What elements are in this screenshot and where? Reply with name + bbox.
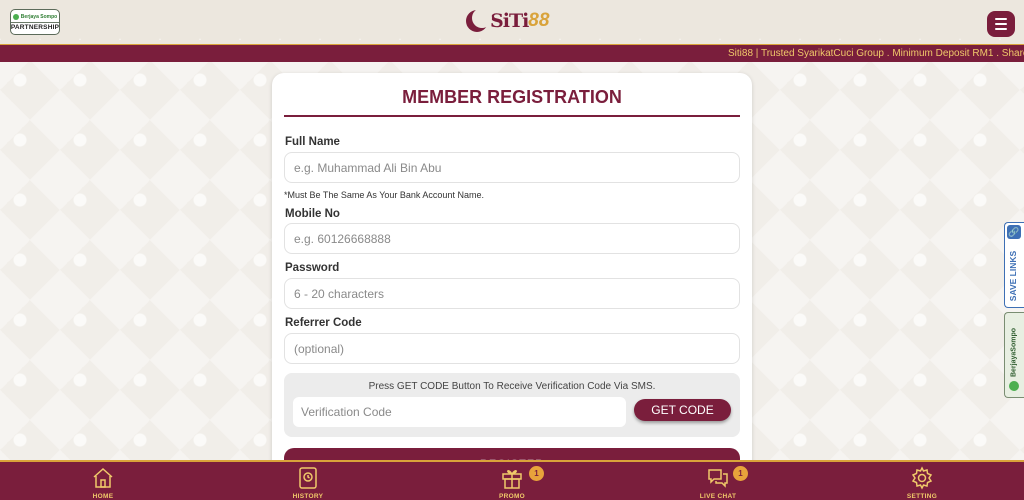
- save-links-label: SAVE LINKS: [1008, 250, 1018, 302]
- home-icon: [93, 467, 113, 488]
- referrer-code-field[interactable]: [284, 333, 740, 364]
- password-field[interactable]: [284, 278, 740, 309]
- verification-code-field[interactable]: [293, 397, 626, 427]
- partner-side-tab[interactable]: BerjayaSompo: [1004, 312, 1024, 398]
- mobile-field[interactable]: [284, 223, 740, 254]
- verification-instruction: Press GET CODE Button To Receive Verific…: [368, 381, 656, 392]
- referrer-label: Referrer Code: [285, 317, 362, 329]
- bottom-navigation: HOME HISTORY 1 PROMO 1 LIVE CHAT SETTING: [0, 460, 1024, 500]
- nav-promo-label: PROMO: [498, 493, 526, 500]
- logo-word: SiTi: [490, 10, 529, 32]
- registration-card: MEMBER REGISTRATION Full Name *Must Be T…: [272, 73, 752, 474]
- partnership-badge[interactable]: Berjaya Sompo PARTNERSHIP: [10, 9, 60, 35]
- partner-brand-logo: Berjaya Sompo: [12, 13, 57, 20]
- partner-logo-icon: [1009, 381, 1019, 391]
- get-code-button[interactable]: GET CODE: [634, 399, 731, 421]
- mobile-label: Mobile No: [285, 208, 340, 220]
- partnership-label: PARTNERSHIP: [10, 21, 60, 31]
- gift-icon: [502, 470, 522, 489]
- nav-live-chat-label: LIVE CHAT: [699, 493, 737, 500]
- gear-icon: [911, 466, 933, 490]
- live-chat-badge: 1: [733, 466, 748, 481]
- full-name-field[interactable]: [284, 152, 740, 183]
- nav-promo[interactable]: 1 PROMO: [477, 462, 547, 500]
- announcement-marquee: Siti88 | Trusted SyarikatCuci Group . Mi…: [0, 44, 1024, 62]
- link-icon: 🔗: [1007, 225, 1021, 239]
- history-icon: [299, 467, 317, 489]
- full-name-label: Full Name: [285, 136, 340, 148]
- top-header: Berjaya Sompo PARTNERSHIP SiTi 88: [0, 0, 1024, 44]
- nav-setting-label: SETTING: [906, 493, 938, 500]
- site-logo[interactable]: SiTi 88: [466, 6, 549, 36]
- chat-icon: [708, 469, 728, 488]
- verification-section: Press GET CODE Button To Receive Verific…: [284, 373, 740, 437]
- nav-home-label: HOME: [92, 493, 114, 500]
- nav-history-label: HISTORY: [292, 493, 324, 500]
- marquee-text: Siti88 | Trusted SyarikatCuci Group . Mi…: [728, 48, 1024, 59]
- promo-badge: 1: [529, 466, 544, 481]
- logo-number: 88: [528, 10, 550, 31]
- partner-side-label: BerjayaSompo: [1010, 327, 1018, 378]
- page-title: MEMBER REGISTRATION: [284, 87, 740, 117]
- nav-history[interactable]: HISTORY: [273, 462, 343, 500]
- nav-home[interactable]: HOME: [68, 462, 138, 500]
- nav-live-chat[interactable]: 1 LIVE CHAT: [683, 462, 753, 500]
- full-name-note: *Must Be The Same As Your Bank Account N…: [284, 190, 484, 200]
- crescent-moon-icon: [466, 8, 492, 32]
- password-label: Password: [285, 262, 340, 274]
- hamburger-icon[interactable]: [987, 11, 1015, 37]
- save-links-tab[interactable]: 🔗 SAVE LINKS: [1004, 222, 1024, 308]
- nav-setting[interactable]: SETTING: [887, 462, 957, 500]
